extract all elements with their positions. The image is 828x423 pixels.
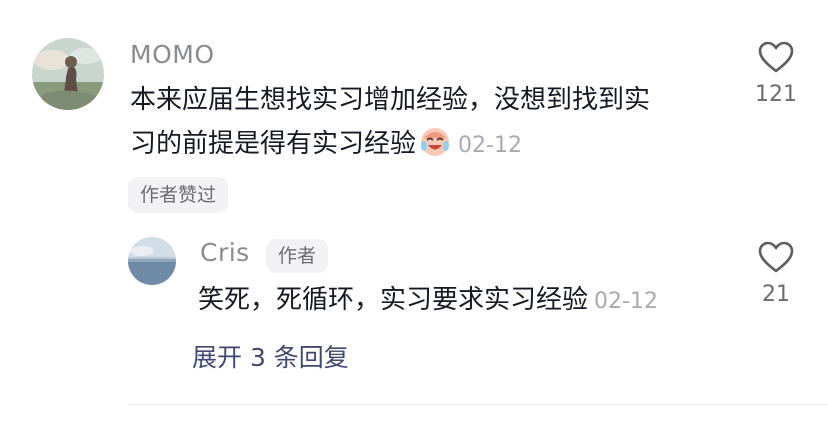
avatar-image: [128, 237, 176, 285]
heart-outline-icon[interactable]: [757, 240, 795, 274]
reply-username[interactable]: Cris: [200, 238, 250, 267]
author-badge: 作者: [266, 239, 329, 273]
divider: [128, 404, 828, 405]
reply-text: 笑死，死循环，实习要求实习经验 02-12: [198, 278, 658, 324]
reply-date: 02-12: [594, 289, 658, 314]
avatar-image: [32, 38, 104, 110]
like-count: 21: [762, 282, 790, 307]
heart-outline-icon[interactable]: [757, 40, 795, 74]
commenter-username[interactable]: MOMO: [130, 40, 215, 69]
comment-text: 本来应届生想找实习增加经验，没想到找到实 习的前提是得有实习经验 02-12: [130, 78, 650, 168]
reply-text-content: 笑死，死循环，实习要求实习经验: [198, 285, 589, 315]
expand-replies-link[interactable]: 展开 3 条回复: [192, 338, 349, 374]
like-count: 121: [755, 82, 797, 107]
reply-avatar[interactable]: [128, 237, 176, 285]
comment-text-line-2-content: 习的前提是得有实习经验: [130, 129, 417, 159]
liked-by-author-badge: 作者赞过: [128, 177, 229, 213]
comment-date: 02-12: [458, 133, 522, 158]
comment-like-group[interactable]: 121: [736, 40, 816, 107]
reply-like-group[interactable]: 21: [736, 240, 816, 307]
commenter-avatar[interactable]: [32, 38, 104, 110]
laughing-crying-emoji-icon: [418, 124, 452, 158]
comment-text-line-1: 本来应届生想找实习增加经验，没想到找到实: [130, 85, 651, 115]
comment-text-line-2: 习的前提是得有实习经验 02-12: [130, 122, 650, 168]
